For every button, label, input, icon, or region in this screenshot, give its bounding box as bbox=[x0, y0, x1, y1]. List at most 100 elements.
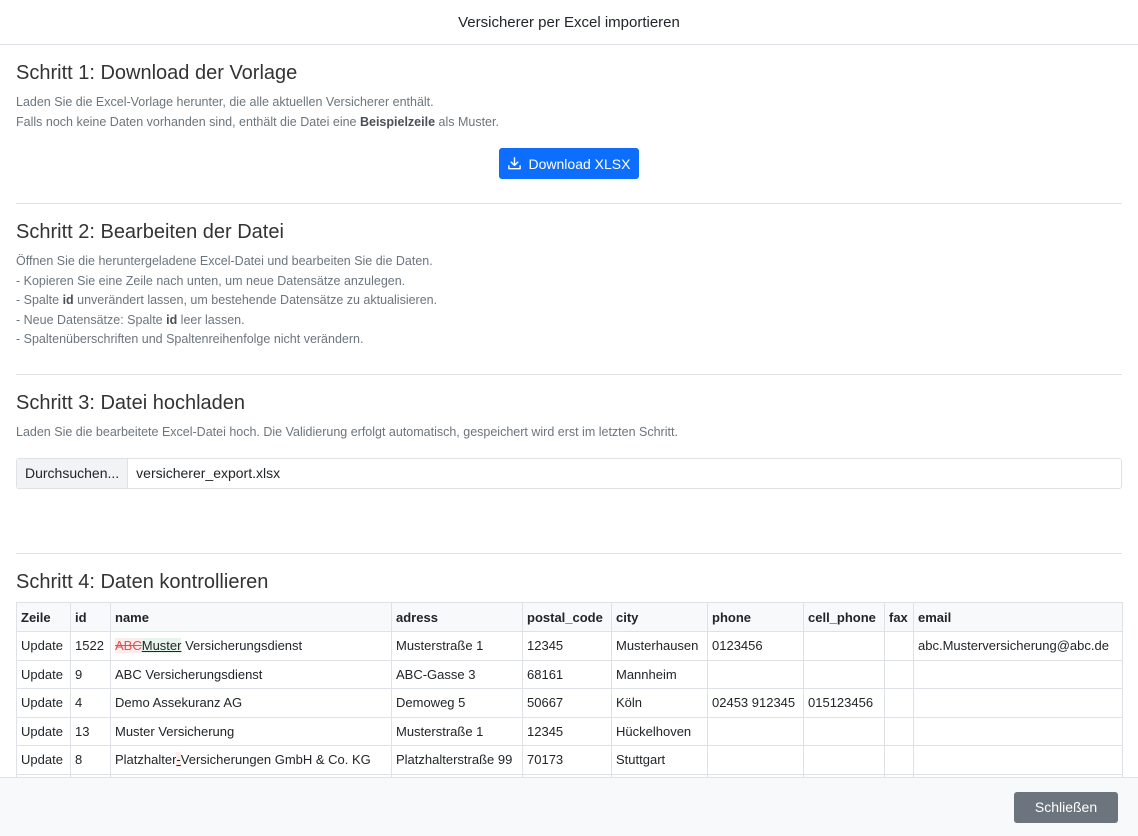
table-row: Update 1522 ABCMuster Versicherungsdiens… bbox=[16, 631, 1123, 661]
cell-email: abc.Musterversicherung@abc.de bbox=[913, 631, 1123, 661]
cell-cell-phone bbox=[803, 716, 885, 746]
cell-email bbox=[913, 659, 1123, 689]
cell-city: Mannheim bbox=[611, 659, 708, 689]
cell-adress: Musterstraße 1 bbox=[391, 631, 523, 661]
download-button-label: Download XLSX bbox=[528, 155, 631, 172]
cell-cell-phone bbox=[803, 631, 885, 661]
cell-email bbox=[913, 688, 1123, 718]
text-segment: - Spalte bbox=[16, 293, 63, 308]
column-header: city bbox=[611, 602, 708, 632]
bold-text: id bbox=[166, 312, 178, 327]
column-header: email bbox=[913, 602, 1123, 632]
step-1-description-line-1: Laden Sie die Excel-Vorlage herunter, di… bbox=[16, 95, 434, 109]
cell-phone bbox=[707, 745, 804, 775]
step-2-title: Schritt 2: Bearbeiten der Datei bbox=[16, 221, 284, 243]
cell-postal-code: 12345 bbox=[522, 631, 612, 661]
cell-city: Musterhausen bbox=[611, 631, 708, 661]
cell-zeile: Update bbox=[16, 688, 71, 718]
step-2-line-4: - Neue Datensätze: Spalte id leer lassen… bbox=[16, 311, 1122, 331]
step-1-title: Schritt 1: Download der Vorlage bbox=[16, 62, 298, 84]
text-segment: Falls noch keine Daten vorhanden sind, e… bbox=[16, 114, 360, 129]
cell-zeile: Update bbox=[16, 716, 71, 746]
step-1-description-line-2: Falls noch keine Daten vorhanden sind, e… bbox=[16, 113, 1122, 133]
cell-id: 4 bbox=[70, 688, 111, 718]
cell-fax bbox=[884, 716, 914, 746]
cell-postal-code: 12345 bbox=[522, 716, 612, 746]
table-row: Update 13 Muster Versicherung Musterstra… bbox=[16, 716, 1123, 746]
cell-adress: ABC-Gasse 3 bbox=[391, 659, 523, 689]
cell-id: 9 bbox=[70, 659, 111, 689]
step-3-section: Schritt 3: Datei hochladen Laden Sie die… bbox=[16, 375, 1122, 554]
modal-body[interactable]: Schritt 1: Download der Vorlage Laden Si… bbox=[0, 45, 1138, 777]
step-2-line-2: - Kopieren Sie eine Zeile nach unten, um… bbox=[16, 273, 406, 288]
cell-zeile: Update bbox=[16, 659, 71, 689]
cell-phone: 0123456 bbox=[707, 631, 804, 661]
data-preview-table: Zeile id name adress postal_code city ph… bbox=[16, 602, 1123, 777]
table-row: Update 9 ABC Versicherungsdienst ABC-Gas… bbox=[16, 659, 1123, 689]
cell-id: 13 bbox=[70, 716, 111, 746]
cell-postal-code: 68161 bbox=[522, 659, 612, 689]
cell-email bbox=[913, 716, 1123, 746]
column-header: postal_code bbox=[522, 602, 612, 632]
download-xlsx-button[interactable]: Download XLSX bbox=[498, 148, 640, 180]
cell-adress: Demoweg 5 bbox=[391, 688, 523, 718]
deleted-text: ABC bbox=[115, 638, 142, 654]
text-segment: leer lassen. bbox=[177, 312, 245, 327]
close-button[interactable]: Schließen bbox=[1014, 791, 1118, 823]
cell-cell-phone bbox=[803, 659, 885, 689]
text-segment: Platzhalter bbox=[115, 752, 177, 768]
modal-title: Versicherer per Excel importieren bbox=[458, 13, 680, 31]
cell-name: Platzhalter-Versicherungen GmbH & Co. KG bbox=[110, 745, 392, 775]
cell-fax bbox=[884, 631, 914, 661]
cell-name: Muster Versicherung bbox=[110, 716, 392, 746]
download-wrapper: Download XLSX bbox=[16, 148, 1122, 180]
step-2-line-3: - Spalte id unverändert lassen, um beste… bbox=[16, 291, 1122, 311]
cell-city: Stuttgart bbox=[611, 745, 708, 775]
table-header-row: Zeile id name adress postal_code city ph… bbox=[16, 602, 1123, 632]
cell-fax bbox=[884, 688, 914, 718]
cell-postal-code: 50667 bbox=[522, 688, 612, 718]
cell-id: 8 bbox=[70, 745, 111, 775]
cell-name: ABC Versicherungsdienst bbox=[110, 659, 392, 689]
text-segment: unverändert lassen, um bestehende Datens… bbox=[73, 293, 438, 308]
step-3-description: Laden Sie die bearbeitete Excel-Datei ho… bbox=[16, 425, 678, 439]
column-header: Zeile bbox=[16, 602, 71, 632]
step-1-section: Schritt 1: Download der Vorlage Laden Si… bbox=[16, 45, 1122, 204]
step-2-line-1: Öffnen Sie die heruntergeladene Excel-Da… bbox=[16, 254, 433, 268]
inserted-text: Muster bbox=[141, 638, 182, 654]
cell-name: ABCMuster Versicherungsdienst bbox=[110, 631, 392, 661]
cell-city: Hückelhoven bbox=[611, 716, 708, 746]
cell-fax bbox=[884, 659, 914, 689]
bold-text: id bbox=[62, 293, 74, 308]
bold-text: Beispielzeile bbox=[359, 114, 436, 129]
cell-adress: Platzhalterstraße 99 bbox=[391, 745, 523, 775]
cell-id: 1522 bbox=[70, 631, 111, 661]
cell-zeile: Update bbox=[16, 745, 71, 775]
column-header: id bbox=[70, 602, 111, 632]
cell-zeile: Update bbox=[16, 631, 71, 661]
cell-cell-phone: 015123456 bbox=[803, 688, 885, 718]
step-4-section: Schritt 4: Daten kontrollieren Zeile id … bbox=[16, 554, 1123, 777]
selected-file-name: versicherer_export.xlsx bbox=[136, 465, 281, 482]
cell-postal-code: 70173 bbox=[522, 745, 612, 775]
file-upload-input[interactable]: Durchsuchen... versicherer_export.xlsx bbox=[16, 457, 1122, 489]
text-segment: Versicherungsdienst bbox=[181, 638, 303, 654]
cell-fax bbox=[884, 745, 914, 775]
cell-phone: 02453 912345 bbox=[707, 688, 804, 718]
cell-adress: Musterstraße 1 bbox=[391, 716, 523, 746]
table-row: Update 8 Platzhalter-Versicherungen GmbH… bbox=[16, 745, 1123, 775]
step-2-line-5: - Spaltenüberschriften und Spaltenreihen… bbox=[16, 332, 364, 347]
cell-email bbox=[913, 745, 1123, 775]
text-segment: - Neue Datensätze: Spalte bbox=[16, 312, 167, 327]
modal-footer: Schließen bbox=[0, 777, 1138, 836]
column-header: phone bbox=[707, 602, 804, 632]
cell-name: Demo Assekuranz AG bbox=[110, 688, 392, 718]
cell-phone bbox=[707, 659, 804, 689]
table-row: Update 4 Demo Assekuranz AG Demoweg 5 50… bbox=[16, 688, 1123, 718]
download-icon bbox=[507, 157, 521, 170]
column-header: name bbox=[110, 602, 392, 632]
browse-button[interactable]: Durchsuchen... bbox=[17, 458, 129, 488]
step-3-title: Schritt 3: Datei hochladen bbox=[16, 392, 246, 414]
column-header: fax bbox=[884, 602, 914, 632]
step-2-section: Schritt 2: Bearbeiten der Datei Öffnen S… bbox=[16, 204, 1122, 375]
